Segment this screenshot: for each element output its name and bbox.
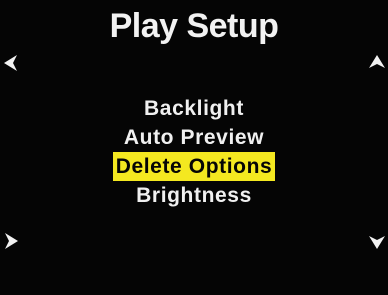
- menu-item-delete-options[interactable]: Delete Options: [0, 152, 388, 181]
- play-setup-menu: Backlight Auto Preview Delete Options Br…: [0, 94, 388, 210]
- menu-item-label: Backlight: [144, 97, 244, 120]
- chevron-up-icon[interactable]: [366, 51, 388, 73]
- menu-item-label: Auto Preview: [123, 126, 265, 149]
- menu-item-backlight[interactable]: Backlight: [0, 94, 388, 123]
- menu-item-label: Brightness: [136, 184, 252, 207]
- page-title: Play Setup: [109, 7, 279, 45]
- menu-item-brightness[interactable]: Brightness: [0, 181, 388, 210]
- camera-menu-screen: Play Setup Backlight Auto Preview Delete…: [0, 0, 388, 295]
- menu-item-label: Delete Options: [112, 152, 276, 181]
- chevron-down-icon[interactable]: [366, 231, 388, 253]
- chevron-right-icon[interactable]: [0, 230, 22, 252]
- chevron-left-icon[interactable]: [0, 52, 22, 74]
- menu-item-auto-preview[interactable]: Auto Preview: [0, 123, 388, 152]
